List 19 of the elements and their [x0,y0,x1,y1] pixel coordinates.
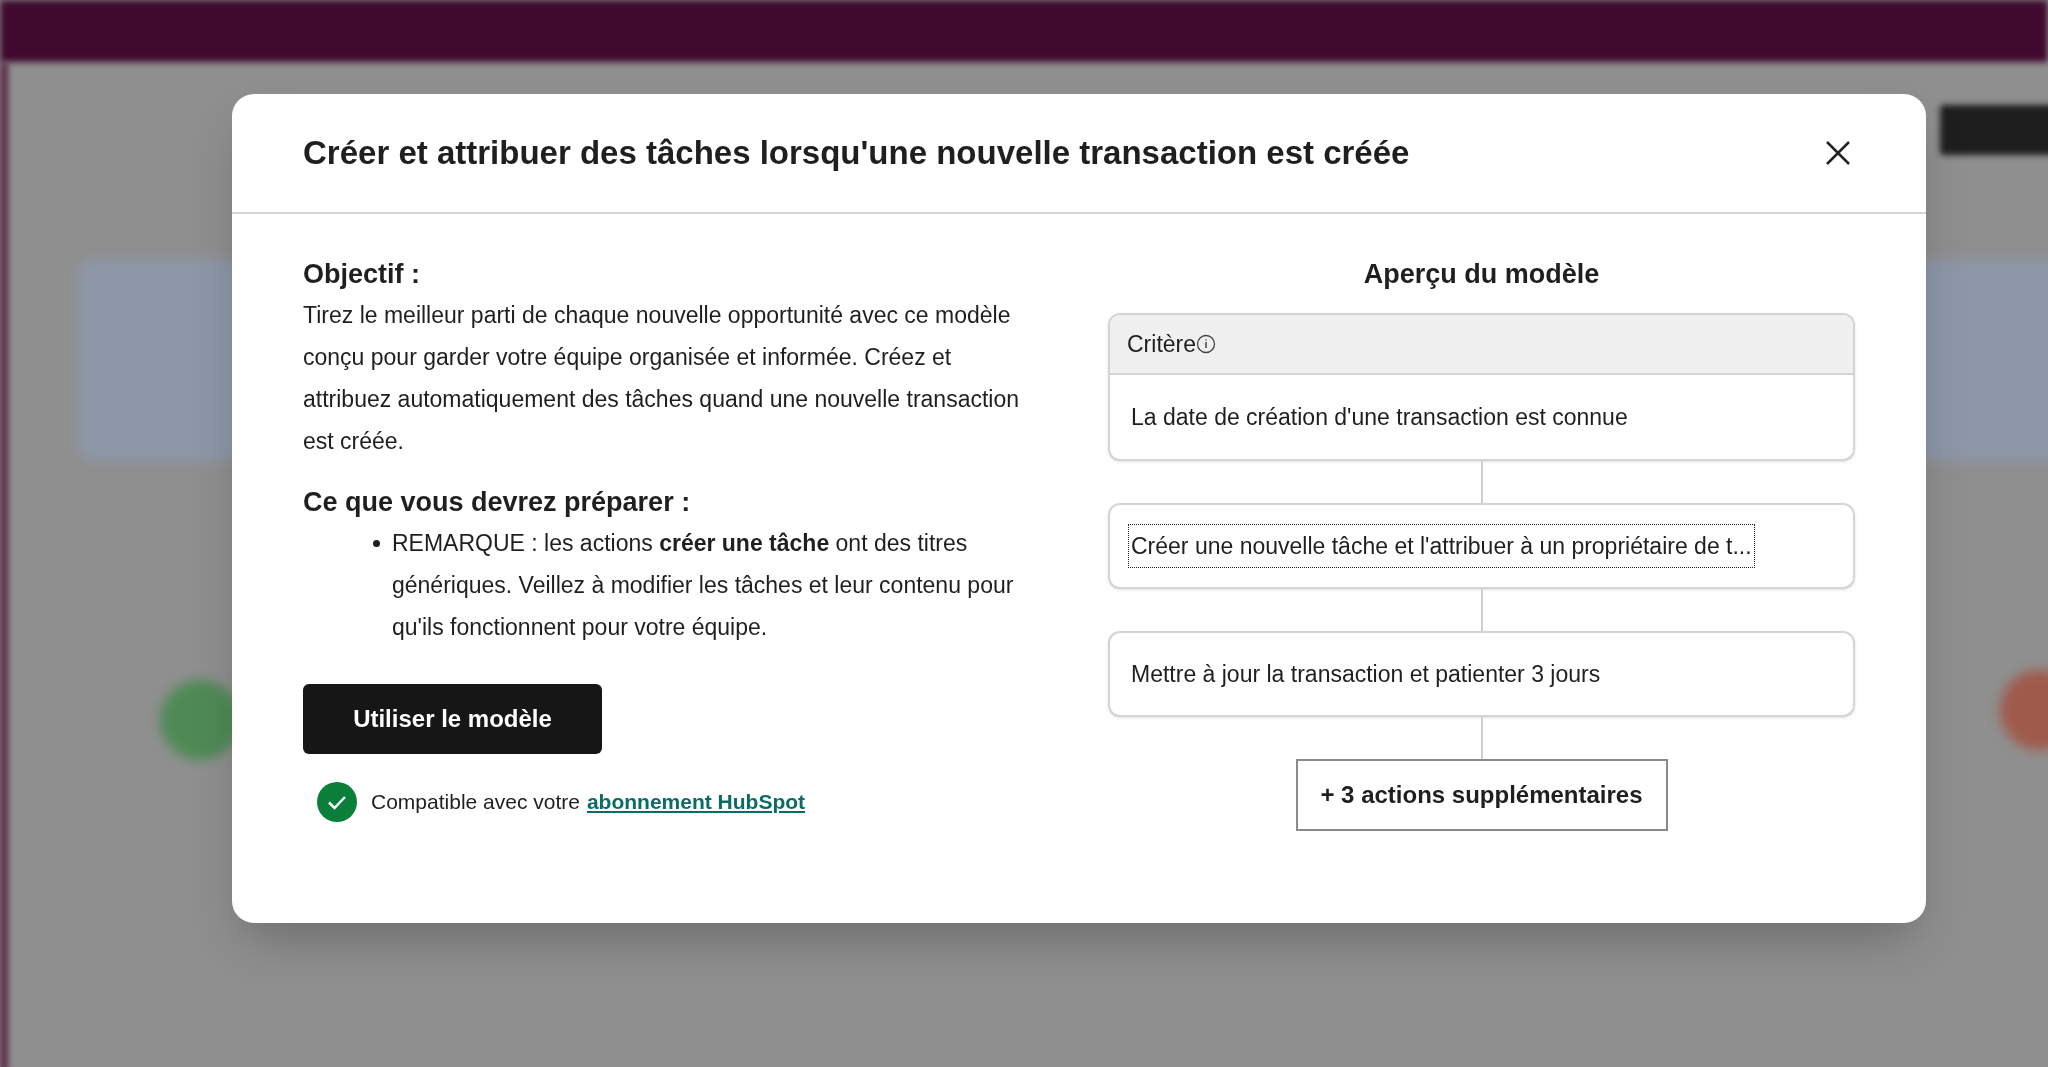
section-heading: Ce que vous devrez préparer : [303,486,692,519]
action-text: Mettre à jour la transaction et patienter 3 jours [1130,659,1602,689]
note-text: REMARQUE : les actions créer une tâche ont des titres génériques. Veillez à modifier les tâches et leur contenu pour qu'ils fonctionnent pour votre équipe. [392,529,1015,642]
bullet-icon [373,540,380,547]
info-icon [1196,334,1216,354]
section-heading: Objectif : [303,258,421,291]
criteria-label: Critère [1127,329,1196,359]
action-card[interactable]: Mettre à jour la transaction et patienter 3 jours [1108,631,1855,717]
check-icon [317,782,357,822]
objective-text: Tirez le meilleur parti de chaque nouvelle opportunité avec ce modèle conçu pour garder votre équipe organisée et informée. Créez et attribuez automatiquement des tâches quand une nouvelle transaction est créée. [303,301,1021,456]
action-text: Créer une nouvelle tâche et l'attribuer à un propriétaire de t... [1129,524,1754,568]
more-actions-button[interactable]: + 3 actions supplémentaires [1295,759,1668,831]
preview-title: Aperçu du modèle [1363,258,1600,291]
dialog-title: Créer et attribuer des tâches lorsqu'une nouvelle transaction est créée [303,133,1410,174]
compatibility-text: Compatible avec votre [371,789,580,816]
action-card[interactable]: Créer une nouvelle tâche et l'attribuer à un propriétaire de t... [1108,503,1855,589]
subscription-link[interactable]: abonnement HubSpot [586,786,806,818]
use-template-button[interactable]: Utiliser le modèle [303,684,602,754]
criteria-text: La date de création d'une transaction est connue [1131,402,1628,432]
